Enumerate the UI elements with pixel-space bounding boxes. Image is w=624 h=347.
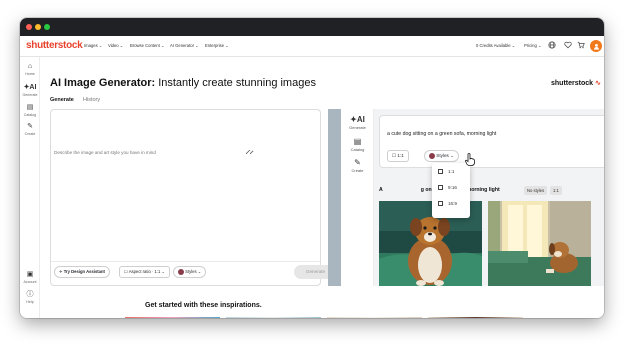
tag-ratio: 1:1 (550, 186, 562, 195)
ratio-option-9-16[interactable]: 9:16 (438, 185, 457, 191)
ratio-option-1-1[interactable]: 1:1 (438, 169, 454, 175)
maximize-window-button[interactable] (44, 24, 50, 30)
ai-icon: ✦AI (350, 115, 365, 124)
design-assistant-button[interactable]: ✧ Try Design Assistant (54, 266, 110, 278)
preview-sidebar: ✦AI Generate ▤ Catalog ✎ Create (341, 109, 374, 286)
user-icon (593, 43, 599, 50)
inspiration-thumb-3[interactable] (327, 317, 422, 318)
sidebar-item-home[interactable]: ⌂ Home (20, 63, 40, 76)
chevron-down-icon: ⌄ (448, 153, 454, 158)
checkbox-icon (438, 185, 443, 191)
preview-edge (328, 109, 341, 286)
shutterstock-logo[interactable]: shutterstock (26, 40, 83, 51)
sidebar-item-catalog[interactable]: ▤ Catalog (20, 104, 40, 117)
nav-enterprise[interactable]: Enterprise ⌄ (205, 43, 229, 48)
sidebar-item-account[interactable]: ▣ Account (20, 271, 40, 284)
styles-select[interactable]: Styles ⌄ (173, 266, 207, 278)
preview-styles-select[interactable]: Styles ⌄ (424, 150, 459, 162)
aspect-ratio-dropdown: 1:1 9:16 16:9 (432, 163, 470, 218)
preview-sidebar-catalog[interactable]: ▤ Catalog (341, 137, 374, 152)
account-icon: ▣ (26, 271, 34, 278)
hand-cursor-icon (465, 153, 475, 169)
tab-generate[interactable]: Generate (50, 97, 74, 103)
preview-sidebar-create[interactable]: ✎ Create (341, 158, 374, 173)
inspiration-thumb-2[interactable] (226, 317, 321, 318)
panel-divider (51, 261, 320, 262)
sidebar-item-generate[interactable]: ✦AI Generate (20, 84, 40, 97)
prompt-panel: ✧ Try Design Assistant ☐ Aspect ratio · … (50, 109, 337, 286)
cart-icon[interactable] (576, 41, 586, 51)
preview-sidebar-generate[interactable]: ✦AI Generate (341, 115, 374, 130)
preview-aspect-ratio-select[interactable]: ☐ 1:1 (387, 150, 409, 162)
preview-main: a cute dog sitting on a green sofa, morn… (374, 109, 604, 286)
inspirations-heading: Get started with these inspirations. (145, 302, 262, 309)
top-navigation: shutterstock Images ⌄ Video ⌄ Browse Con… (20, 36, 604, 57)
window-titlebar (20, 18, 604, 36)
nav-ai-generator[interactable]: AI Generator ⌄ (170, 43, 199, 48)
shutterstock-wordmark: shutterstock ∿ (551, 80, 601, 87)
inspiration-thumb-1[interactable] (125, 317, 220, 318)
create-icon: ✎ (354, 158, 361, 167)
help-icon: ⓘ (26, 291, 34, 298)
nav-browse-content[interactable]: Browse Content ⌄ (130, 43, 164, 48)
ai-icon: ✦AI (23, 84, 37, 91)
zoomed-preview: ✦AI Generate ▤ Catalog ✎ Create a cute d… (328, 109, 604, 286)
credits-menu[interactable]: 0 Credits Available ⌄ (476, 43, 515, 48)
browser-window: shutterstock Images ⌄ Video ⌄ Browse Con… (20, 18, 604, 318)
create-icon: ✎ (27, 123, 33, 130)
user-avatar[interactable] (590, 40, 602, 52)
ratio-option-16-9[interactable]: 16:9 (438, 201, 457, 207)
globe-icon[interactable] (547, 41, 557, 51)
sidebar-item-help[interactable]: ⓘ Help (20, 291, 40, 304)
page-content: shutterstock Images ⌄ Video ⌄ Browse Con… (20, 36, 604, 318)
preview-prompt-text[interactable]: a cute dog sitting on a green sofa, morn… (387, 131, 496, 137)
checkbox-icon (438, 169, 443, 175)
styles-thumbnail-icon (178, 268, 184, 275)
catalog-icon: ▤ (26, 104, 34, 111)
checkbox-icon (438, 201, 443, 207)
catalog-icon: ▤ (353, 137, 362, 146)
tab-history[interactable]: History (83, 97, 100, 103)
aspect-ratio-select[interactable]: ☐ Aspect ratio · 1:1 ⌄ (119, 266, 171, 278)
tag-no-styles: No styles (524, 186, 548, 195)
nav-images[interactable]: Images ⌄ (84, 43, 102, 48)
generated-image-2[interactable] (488, 201, 591, 286)
page-title: AI Image Generator: Instantly create stu… (50, 77, 316, 89)
inspiration-thumb-4[interactable] (428, 317, 523, 318)
chevron-down-icon: ⌄ (196, 269, 202, 274)
close-window-button[interactable] (26, 24, 32, 30)
left-sidebar: ⌂ Home ✦AI Generate ▤ Catalog ✎ Create ▣… (20, 57, 40, 318)
home-icon: ⌂ (27, 63, 33, 70)
styles-thumbnail-icon (429, 152, 435, 159)
nav-video[interactable]: Video ⌄ (108, 43, 123, 48)
minimize-window-button[interactable] (35, 24, 41, 30)
pricing-menu[interactable]: Pricing ⌄ (524, 43, 542, 48)
heart-icon[interactable] (563, 41, 573, 51)
chevron-down-icon: ⌄ (160, 269, 166, 274)
preview-prompt-card: a cute dog sitting on a green sofa, morn… (379, 115, 604, 168)
sidebar-item-create[interactable]: ✎ Create (20, 123, 40, 136)
prompt-input[interactable] (54, 150, 254, 155)
